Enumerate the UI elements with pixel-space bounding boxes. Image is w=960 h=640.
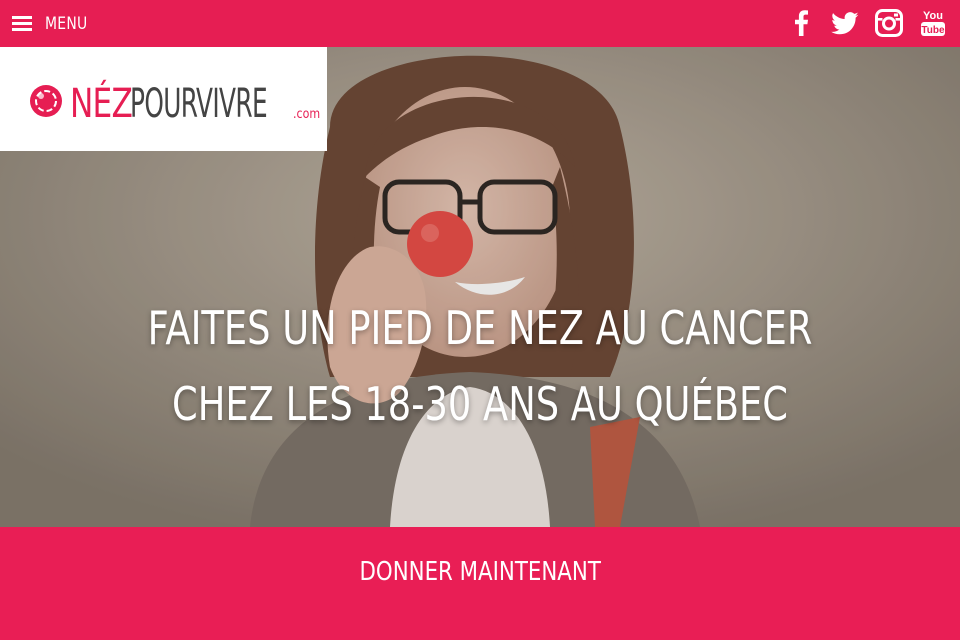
menu-label: MENU (45, 14, 88, 34)
donate-now-link[interactable]: DONNER MAINTENANT (0, 557, 960, 587)
logo-word-nez: NÉZ (70, 81, 133, 127)
logo-mark-icon (30, 85, 62, 117)
youtube-icon[interactable]: You Tube (916, 7, 950, 39)
twitter-icon[interactable] (828, 7, 862, 39)
menu-button[interactable]: MENU (12, 10, 97, 38)
hero-headline-line-1: FAITES UN PIED DE NEZ AU CANCER (147, 301, 813, 355)
svg-text:You: You (923, 10, 943, 22)
logo-word-com: .com (293, 107, 321, 122)
hero-headline: FAITES UN PIED DE NEZ AU CANCER CHEZ LES… (0, 290, 960, 442)
logo-wordmark: NÉZ POURVIVRE .com (70, 77, 325, 127)
hero-headline-line-2: CHEZ LES 18-30 ANS AU QUÉBEC (172, 377, 788, 431)
donate-bar: DONNER MAINTENANT (0, 527, 960, 640)
svg-text:Tube: Tube (921, 25, 945, 36)
social-links: You Tube (774, 7, 950, 39)
top-navigation-bar: MENU You Tube (0, 0, 960, 47)
logo-word-pourvivre: POURVIVRE (130, 81, 268, 127)
instagram-icon[interactable] (872, 7, 906, 39)
donate-now-label: DONNER MAINTENANT (359, 557, 601, 587)
hamburger-icon (12, 16, 32, 32)
site-logo[interactable]: NÉZ POURVIVRE .com (0, 47, 327, 151)
facebook-icon[interactable] (784, 7, 818, 39)
